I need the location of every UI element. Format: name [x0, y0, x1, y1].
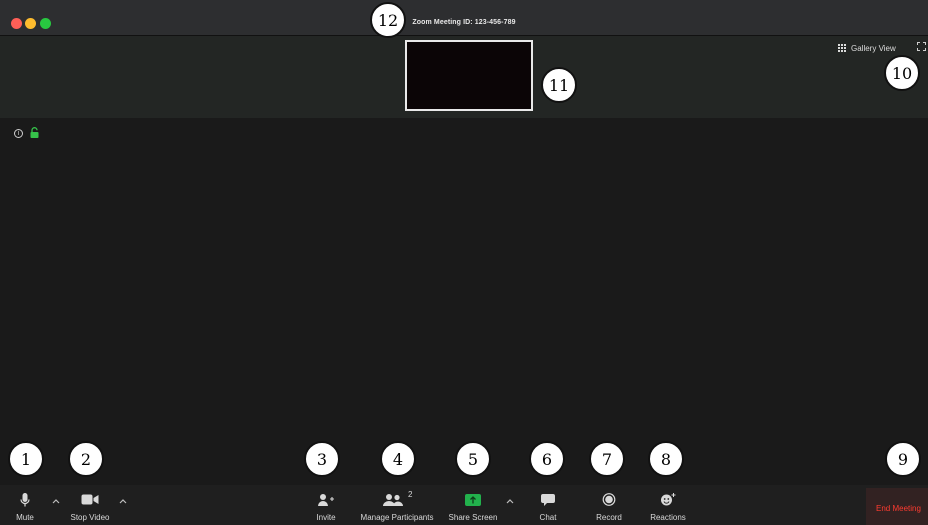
add-person-icon — [318, 494, 334, 506]
share-screen-icon — [465, 494, 481, 506]
record-icon — [602, 493, 616, 506]
share-screen-label: Share Screen — [448, 513, 498, 522]
callout-badge-9: 9 — [885, 441, 921, 477]
callout-badge-2: 2 — [68, 441, 104, 477]
callout-badge-8: 8 — [648, 441, 684, 477]
title-bar: Zoom Meeting ID: 123-456-789 — [0, 0, 928, 36]
mute-button[interactable]: Mute — [6, 485, 44, 525]
emoji-icon — [661, 493, 676, 506]
audio-options-caret-icon[interactable] — [51, 497, 61, 505]
lock-icon[interactable] — [30, 127, 39, 138]
participants-icon — [383, 494, 403, 506]
callout-badge-5: 5 — [455, 441, 491, 477]
record-button[interactable]: Record — [590, 485, 628, 525]
participant-count: 2 — [408, 490, 413, 499]
video-thumbnail[interactable] — [405, 40, 533, 111]
microphone-icon — [20, 493, 30, 507]
callout-badge-7: 7 — [589, 441, 625, 477]
callout-badge-4: 4 — [380, 441, 416, 477]
mute-label: Mute — [16, 513, 34, 522]
callout-badge-1: 1 — [8, 441, 44, 477]
window-title: Zoom Meeting ID: 123-456-789 — [412, 19, 516, 26]
chat-bubble-icon — [541, 494, 555, 506]
gallery-view-label: Gallery View — [851, 43, 896, 53]
callout-badge-3: 3 — [304, 441, 340, 477]
manage-participants-button[interactable]: 2 Manage Participants — [355, 485, 439, 525]
invite-button[interactable]: Invite — [309, 485, 343, 525]
reactions-button[interactable]: Reactions — [645, 485, 691, 525]
chat-label: Chat — [539, 513, 557, 522]
invite-label: Invite — [316, 513, 336, 522]
reactions-label: Reactions — [650, 513, 686, 522]
info-icon[interactable]: i — [14, 129, 23, 138]
callout-badge-10: 10 — [884, 55, 920, 91]
callout-badge-12: 12 — [370, 2, 406, 38]
share-screen-button[interactable]: Share Screen — [444, 485, 502, 525]
meeting-video-area — [0, 118, 928, 485]
video-options-caret-icon[interactable] — [118, 497, 128, 505]
record-label: Record — [596, 513, 622, 522]
end-meeting-button[interactable]: End Meeting — [866, 488, 928, 525]
chat-button[interactable]: Chat — [530, 485, 566, 525]
grid-icon — [838, 44, 846, 52]
stop-video-button[interactable]: Stop Video — [62, 485, 118, 525]
stop-video-label: Stop Video — [70, 513, 110, 522]
callout-badge-6: 6 — [529, 441, 565, 477]
end-meeting-label: End Meeting — [876, 504, 921, 513]
gallery-view-button[interactable]: Gallery View — [838, 42, 896, 54]
callout-badge-11: 11 — [541, 67, 577, 103]
manage-participants-label: Manage Participants — [360, 513, 434, 522]
share-options-caret-icon[interactable] — [505, 497, 515, 505]
video-camera-icon — [81, 494, 99, 505]
fullscreen-button[interactable] — [917, 42, 926, 51]
